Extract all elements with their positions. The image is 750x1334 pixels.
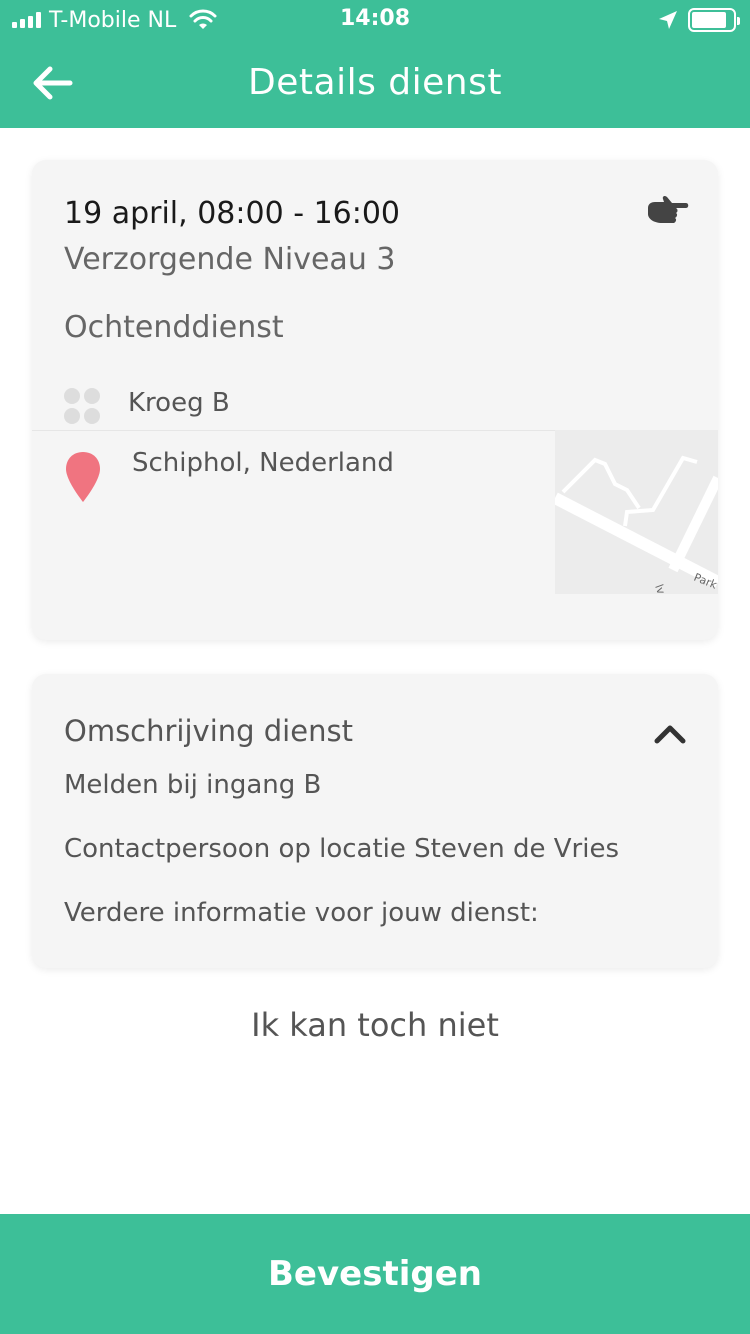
status-right — [658, 8, 740, 32]
department-icon — [64, 388, 100, 424]
nav-bar: Details dienst — [0, 40, 750, 128]
department-label: Kroeg B — [128, 388, 230, 418]
confirm-button[interactable]: Bevestigen — [0, 1214, 750, 1334]
map-pin-icon — [66, 452, 100, 502]
pointing-hand-icon[interactable] — [646, 194, 690, 234]
shift-card: 19 april, 08:00 - 16:00 Verzorgende Nive… — [32, 160, 718, 640]
description-title: Omschrijving dienst — [64, 714, 353, 748]
shift-date-time: 19 april, 08:00 - 16:00 — [64, 196, 401, 231]
status-bar: T-Mobile NL 14:08 — [0, 0, 750, 40]
battery-level — [692, 12, 726, 28]
shift-name: Ochtenddienst — [64, 310, 284, 345]
location-arrow-icon — [659, 11, 677, 29]
shift-role: Verzorgende Niveau 3 — [64, 242, 396, 277]
description-card: Omschrijving dienst Melden bij ingang B … — [32, 674, 718, 968]
location-label: Schiphol, Nederland — [132, 448, 394, 478]
battery-icon — [688, 8, 740, 32]
cancel-button[interactable]: Ik kan toch niet — [0, 1006, 750, 1044]
map-thumbnail: Park lvd — [555, 430, 718, 594]
chevron-up-icon[interactable] — [652, 720, 688, 746]
page-title: Details dienst — [248, 62, 502, 103]
location-map[interactable]: Park lvd — [555, 430, 718, 594]
description-line: Contactpersoon op locatie Steven de Vrie… — [64, 834, 619, 864]
description-line: Verdere informatie voor jouw dienst: — [64, 898, 539, 928]
status-time: 14:08 — [339, 6, 411, 31]
description-line: Melden bij ingang B — [64, 770, 322, 800]
